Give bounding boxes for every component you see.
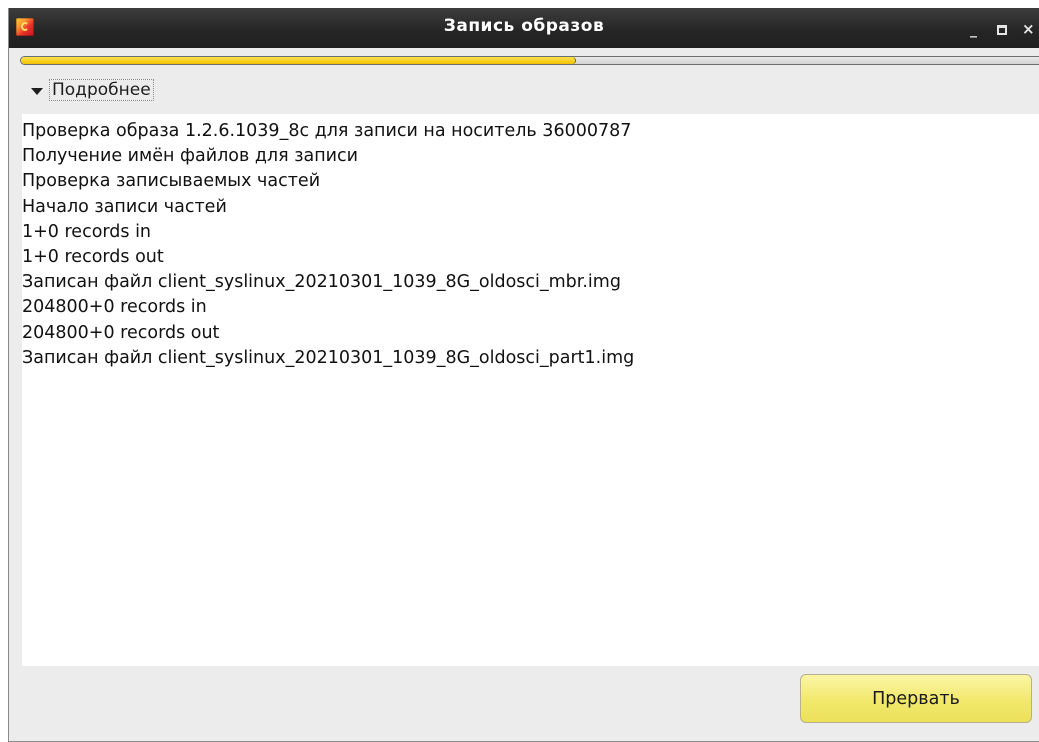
maximize-button[interactable]	[997, 25, 1007, 35]
image-write-dialog: Запись образов _ × Подробнее Проверка об…	[8, 8, 1039, 742]
log-line: 204800+0 records out	[22, 322, 220, 343]
log-line: Проверка записываемых частей	[22, 171, 321, 192]
window-title: Запись образов	[443, 16, 605, 36]
write-progress-bar	[20, 56, 1039, 65]
close-button[interactable]: ×	[1022, 22, 1035, 37]
title-bar[interactable]: Запись образов _ ×	[9, 8, 1039, 48]
log-line: Получение имён файлов для записи	[22, 146, 359, 167]
details-expander-label: Подробнее	[49, 79, 154, 101]
log-output[interactable]: Проверка образа 1.2.6.1039_8c для записи…	[22, 114, 1039, 666]
log-line: Записан файл client_syslinux_20210301_10…	[22, 272, 621, 293]
progress-fill	[21, 57, 577, 64]
expander-arrow-icon	[31, 87, 43, 95]
details-expander[interactable]: Подробнее	[31, 79, 154, 101]
log-line: Начало записи частей	[22, 196, 227, 217]
log-line: Проверка образа 1.2.6.1039_8c для записи…	[22, 121, 632, 141]
log-line: 204800+0 records in	[22, 297, 207, 318]
minimize-button[interactable]: _	[970, 23, 977, 37]
abort-button[interactable]: Прервать	[800, 674, 1032, 723]
log-line: 1+0 records in	[22, 221, 152, 242]
log-line: Записан файл client_syslinux_20210301_10…	[22, 347, 635, 368]
log-line: 1+0 records out	[22, 247, 164, 268]
